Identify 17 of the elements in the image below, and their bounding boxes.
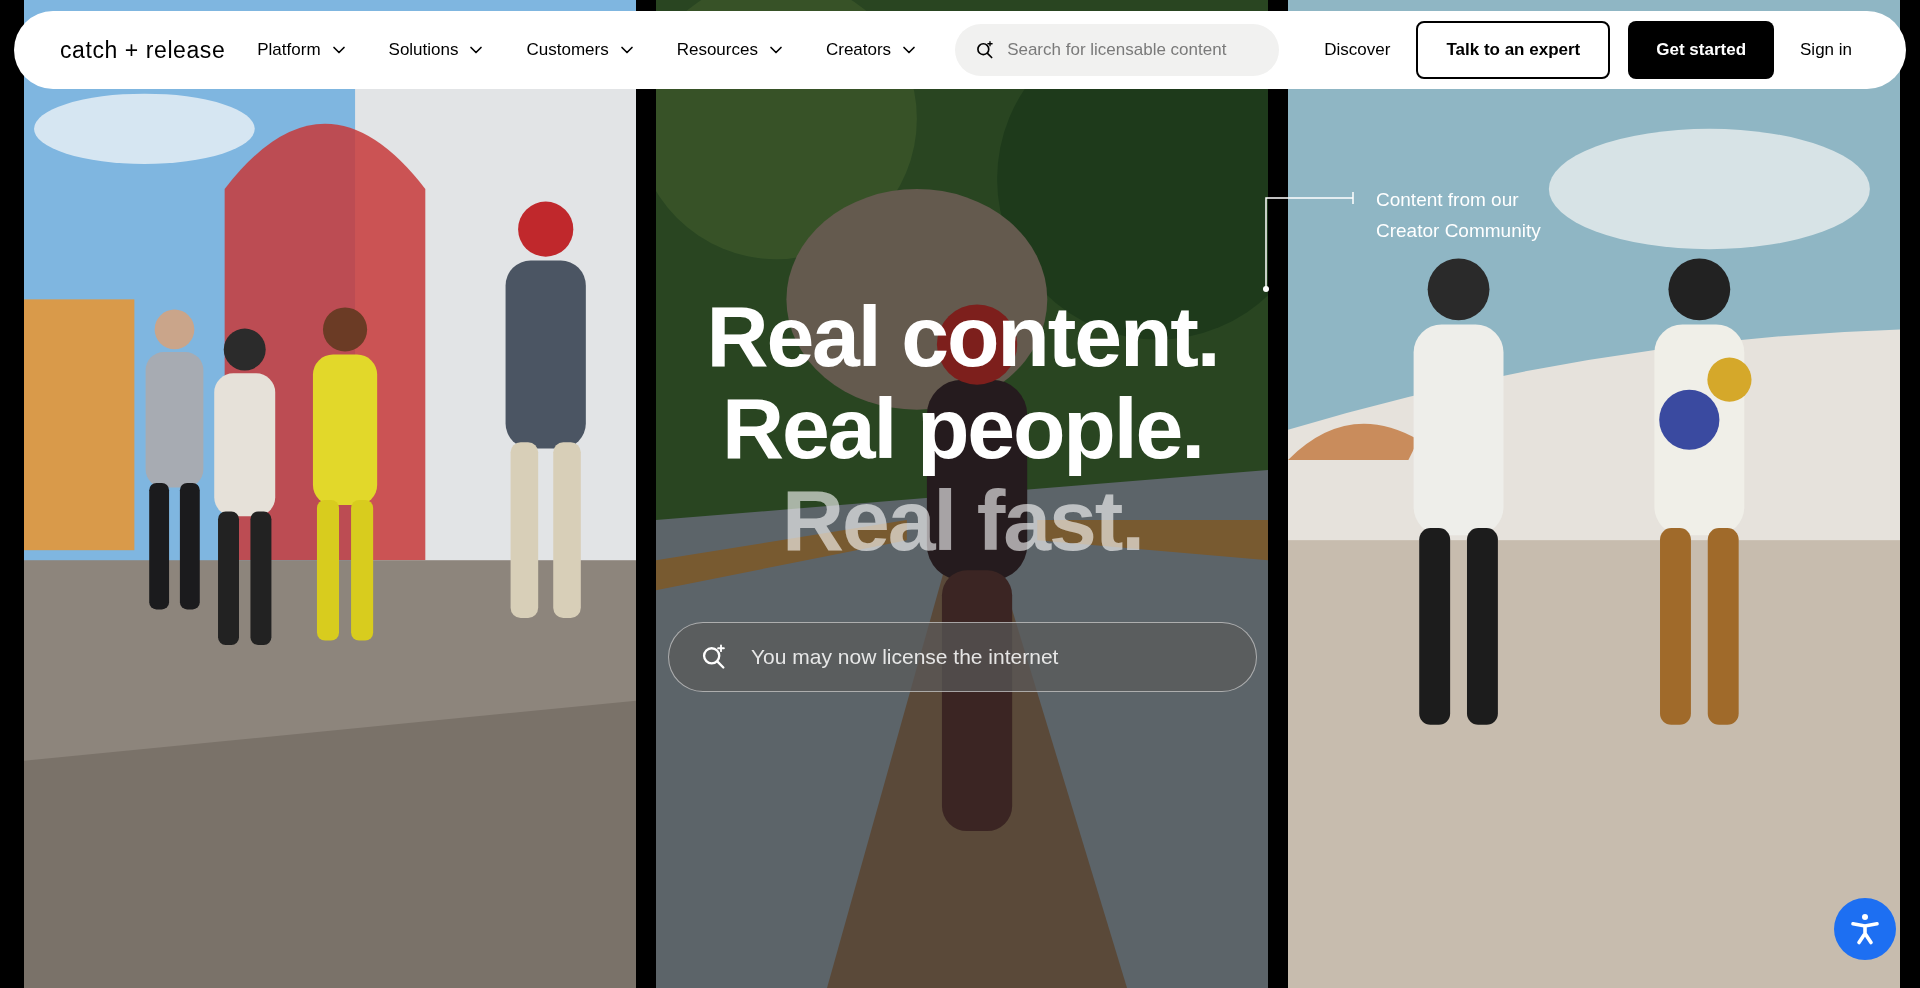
nav-menu-item[interactable]: Resources	[676, 37, 786, 63]
headline: Real people.	[722, 382, 1203, 474]
callout-text: Content from our Creator Community	[1376, 188, 1542, 243]
nav-link[interactable]: Discover	[1316, 29, 1399, 71]
search-field[interactable]: You may now license the internet	[668, 622, 1257, 692]
nav-menu-item[interactable]: Solutions	[388, 37, 487, 63]
search-icon	[700, 643, 728, 671]
logo[interactable]: catch + release	[60, 32, 226, 68]
nav-link[interactable]: Sign in	[1792, 29, 1860, 71]
search-field[interactable]: Search for licensable content	[955, 24, 1280, 76]
headline: Real content.	[706, 290, 1219, 382]
nav-menu-item[interactable]: Creators	[825, 37, 920, 63]
contact-button[interactable]: Talk to an expert	[1416, 21, 1611, 79]
nav-menu-item[interactable]: Customers	[526, 37, 637, 63]
search-icon	[975, 40, 996, 60]
cta-button[interactable]: Get started	[1628, 21, 1774, 79]
nav-menu-item[interactable]: Platform	[257, 37, 349, 63]
